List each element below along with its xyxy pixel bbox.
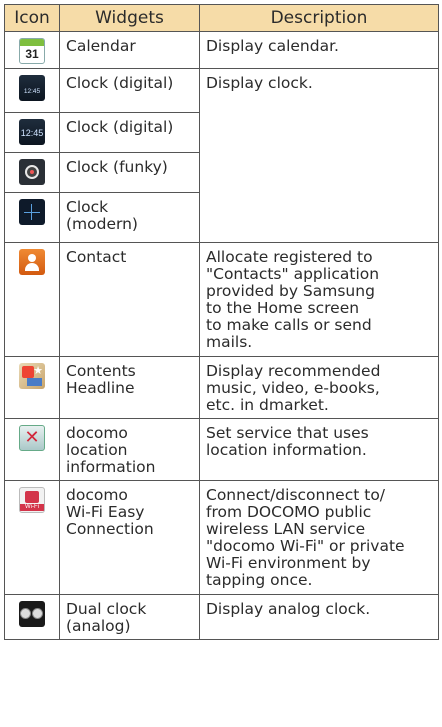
widgets-table: Icon Widgets Description 31 Calendar Dis… (4, 4, 439, 640)
clock-digital-icon-time: 12:45 (23, 88, 41, 95)
icon-cell: 12:45 (4, 112, 60, 153)
widget-description: Set service that uses location informati… (199, 418, 439, 481)
calendar-icon: 31 (19, 38, 45, 64)
clock-digital-icon: 12:45 (19, 75, 45, 101)
widget-description: Display clock. (199, 68, 439, 243)
icon-cell: ✕ (4, 418, 60, 481)
table-row: 31 Calendar Display calendar. (4, 31, 439, 69)
table-header-row: Icon Widgets Description (4, 4, 439, 32)
widget-name: docomo Wi-Fi Easy Connection (59, 480, 200, 595)
table-row: ★ Contents Headline Display recommended … (4, 356, 439, 419)
table-row: Wi-Fi docomo Wi-Fi Easy Connection Conne… (4, 480, 439, 595)
table-row: ✕ docomo location information Set servic… (4, 418, 439, 481)
contents-headline-icon: ★ (19, 363, 45, 389)
widget-description: Display recommended music, video, e-book… (199, 356, 439, 419)
widget-name: Clock (modern) (59, 192, 200, 243)
clock-digital-large-icon: 12:45 (19, 119, 45, 145)
widget-description: Display calendar. (199, 31, 439, 69)
docomo-wifi-icon-label: Wi-Fi (20, 504, 44, 511)
widget-description: Display analog clock. (199, 594, 439, 640)
docomo-location-icon: ✕ (19, 425, 45, 451)
calendar-icon-date: 31 (25, 47, 39, 61)
widget-name: Dual clock (analog) (59, 594, 200, 640)
widget-name: Clock (digital) (59, 68, 200, 113)
widget-name: Contact (59, 242, 200, 357)
icon-cell: 31 (4, 31, 60, 69)
widget-name: Contents Headline (59, 356, 200, 419)
icon-cell (4, 152, 60, 193)
icon-cell (4, 594, 60, 640)
icon-cell (4, 242, 60, 357)
clock-modern-icon (19, 199, 45, 225)
widget-description: Allocate registered to "Contacts" applic… (199, 242, 439, 357)
widget-description: Connect/disconnect to/ from DOCOMO publi… (199, 480, 439, 595)
table-row: Dual clock (analog) Display analog clock… (4, 594, 439, 640)
header-icon: Icon (4, 4, 60, 32)
icon-cell: Wi-Fi (4, 480, 60, 595)
icon-cell: ★ (4, 356, 60, 419)
widget-name: docomo location information (59, 418, 200, 481)
header-widgets: Widgets (59, 4, 200, 32)
clock-digital-large-icon-time: 12:45 (20, 128, 44, 138)
table-row: 12:45 Clock (digital) Display clock. (4, 68, 439, 243)
icon-cell: 12:45 (4, 68, 60, 113)
clock-funky-icon (19, 159, 45, 185)
contact-icon (19, 249, 45, 275)
page: Icon Widgets Description 31 Calendar Dis… (0, 0, 442, 727)
table-row: Contact Allocate registered to "Contacts… (4, 242, 439, 357)
header-description: Description (199, 4, 439, 32)
icon-cell (4, 192, 60, 243)
dual-clock-icon (19, 601, 45, 627)
widget-name: Clock (funky) (59, 152, 200, 193)
docomo-wifi-icon: Wi-Fi (19, 487, 45, 513)
widget-name: Clock (digital) (59, 112, 200, 153)
widget-name: Calendar (59, 31, 200, 69)
